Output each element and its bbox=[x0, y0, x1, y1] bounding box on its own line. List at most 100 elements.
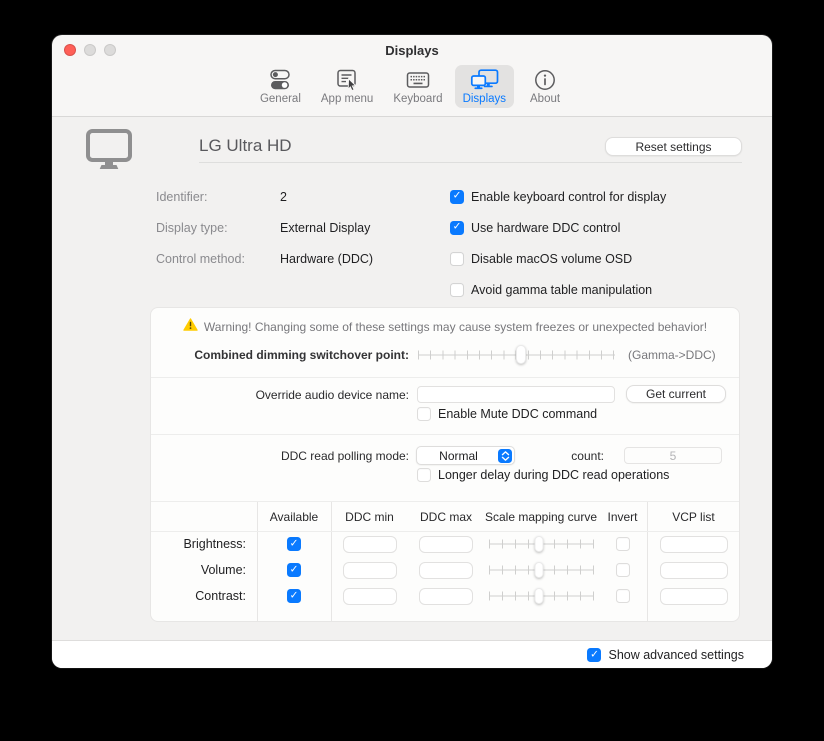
contrast-ddc-max-input[interactable] bbox=[419, 588, 473, 605]
show-advanced-option[interactable]: ✓ Show advanced settings bbox=[587, 648, 744, 662]
volume-ddc-max-input[interactable] bbox=[419, 562, 473, 579]
checkbox[interactable]: ✓ bbox=[450, 221, 464, 235]
display-info: Identifier: 2 Display type: External Dis… bbox=[156, 181, 373, 274]
popup-stepper-icon bbox=[498, 449, 512, 463]
tab-label: Displays bbox=[463, 93, 506, 105]
display-header-divider bbox=[199, 162, 742, 163]
tab-label: App menu bbox=[321, 93, 373, 105]
contrast-vcp-input[interactable] bbox=[660, 588, 728, 605]
tab-displays[interactable]: Displays bbox=[455, 65, 514, 108]
volume-ddc-max-cell bbox=[408, 557, 484, 583]
warning-row: Warning! Changing some of these settings… bbox=[151, 318, 739, 336]
titlebar: Displays bbox=[52, 35, 772, 65]
audio-name-label: Override audio device name: bbox=[151, 388, 409, 402]
checkbox[interactable]: ✓ bbox=[417, 407, 431, 421]
brightness-curve-cell bbox=[484, 531, 598, 557]
info-label: Identifier: bbox=[156, 190, 280, 204]
toggles-icon bbox=[267, 68, 293, 92]
brightness-available-checkbox[interactable]: ✓ bbox=[287, 537, 301, 551]
mute-ddc-option[interactable]: ✓ Enable Mute DDC command bbox=[417, 407, 597, 421]
keyboard-icon bbox=[405, 68, 431, 92]
checkbox-label: Show advanced settings bbox=[608, 648, 744, 662]
toolbar: General App menu Keyboard bbox=[52, 65, 772, 116]
brightness-invert-cell: ✓ bbox=[598, 531, 647, 557]
displays-preferences-window: Displays General App menu bbox=[52, 35, 772, 668]
contrast-invert-checkbox[interactable]: ✓ bbox=[616, 589, 630, 603]
checkbox[interactable]: ✓ bbox=[450, 252, 464, 266]
show-advanced-checkbox[interactable]: ✓ bbox=[587, 648, 601, 662]
audio-name-input[interactable] bbox=[417, 386, 615, 403]
checkbox-label: Enable Mute DDC command bbox=[438, 407, 597, 421]
dimming-label: Combined dimming switchover point: bbox=[151, 348, 409, 362]
menu-cursor-icon bbox=[334, 68, 360, 92]
option-keyboard-control[interactable]: ✓ Enable keyboard control for display bbox=[450, 181, 666, 212]
slider-knob[interactable] bbox=[534, 588, 543, 604]
option-avoid-gamma[interactable]: ✓ Avoid gamma table manipulation bbox=[450, 274, 666, 305]
tab-about[interactable]: About bbox=[518, 65, 572, 108]
contrast-curve-slider[interactable] bbox=[489, 588, 594, 604]
polling-mode-select[interactable]: Normal bbox=[416, 446, 515, 465]
volume-invert-checkbox[interactable]: ✓ bbox=[616, 563, 630, 577]
checkbox[interactable]: ✓ bbox=[450, 190, 464, 204]
brightness-vcp-input[interactable] bbox=[660, 536, 728, 553]
contrast-curve-cell bbox=[484, 583, 598, 609]
tab-general[interactable]: General bbox=[252, 65, 309, 108]
brightness-ddc-max-input[interactable] bbox=[419, 536, 473, 553]
col-header-ddc-min: DDC min bbox=[331, 502, 408, 531]
brightness-curve-slider[interactable] bbox=[489, 536, 594, 552]
reset-settings-button[interactable]: Reset settings bbox=[605, 137, 742, 156]
table-corner bbox=[151, 502, 257, 531]
count-input bbox=[624, 447, 722, 464]
advanced-settings-panel: Warning! Changing some of these settings… bbox=[150, 307, 740, 622]
row-label-volume: Volume: bbox=[151, 557, 257, 583]
col-header-vcp-list: VCP list bbox=[647, 502, 740, 531]
row-label-contrast: Contrast: bbox=[151, 583, 257, 609]
option-disable-osd[interactable]: ✓ Disable macOS volume OSD bbox=[450, 243, 666, 274]
tab-label: Keyboard bbox=[393, 93, 442, 105]
brightness-invert-checkbox[interactable]: ✓ bbox=[616, 537, 630, 551]
contrast-vcp-cell bbox=[647, 583, 740, 609]
dimming-switchover-slider[interactable] bbox=[418, 345, 615, 364]
get-current-button[interactable]: Get current bbox=[626, 385, 726, 403]
contrast-ddc-min-cell bbox=[331, 583, 408, 609]
checkbox[interactable]: ✓ bbox=[417, 468, 431, 482]
volume-ddc-min-cell bbox=[331, 557, 408, 583]
window-title: Displays bbox=[52, 43, 772, 58]
checkbox[interactable]: ✓ bbox=[450, 283, 464, 297]
option-hardware-ddc[interactable]: ✓ Use hardware DDC control bbox=[450, 212, 666, 243]
checkbox-label: Avoid gamma table manipulation bbox=[471, 283, 652, 297]
slider-knob[interactable] bbox=[534, 536, 543, 552]
tab-label: General bbox=[260, 93, 301, 105]
info-label: Display type: bbox=[156, 221, 280, 235]
slider-knob[interactable] bbox=[534, 562, 543, 578]
info-icon bbox=[533, 68, 557, 92]
info-label: Control method: bbox=[156, 252, 280, 266]
volume-ddc-min-input[interactable] bbox=[343, 562, 397, 579]
brightness-ddc-min-input[interactable] bbox=[343, 536, 397, 553]
slider-knob[interactable] bbox=[516, 345, 526, 364]
tab-app-menu[interactable]: App menu bbox=[313, 65, 381, 108]
controls-table: Available DDC min DDC max Scale mapping … bbox=[151, 502, 739, 621]
dimming-suffix: (Gamma->DDC) bbox=[628, 348, 716, 362]
info-row-control-method: Control method: Hardware (DDC) bbox=[156, 243, 373, 274]
info-row-display-type: Display type: External Display bbox=[156, 212, 373, 243]
polling-mode-label: DDC read polling mode: bbox=[151, 449, 409, 463]
contrast-ddc-min-input[interactable] bbox=[343, 588, 397, 605]
longer-delay-option[interactable]: ✓ Longer delay during DDC read operation… bbox=[417, 468, 669, 482]
section-divider bbox=[151, 434, 739, 435]
tab-keyboard[interactable]: Keyboard bbox=[385, 65, 450, 108]
warning-text: Warning! Changing some of these settings… bbox=[204, 320, 707, 334]
brightness-vcp-cell bbox=[647, 531, 740, 557]
volume-curve-slider[interactable] bbox=[489, 562, 594, 578]
volume-available-checkbox[interactable]: ✓ bbox=[287, 563, 301, 577]
content-area: LG Ultra HD Reset settings Identifier: 2… bbox=[52, 117, 772, 640]
info-row-identifier: Identifier: 2 bbox=[156, 181, 373, 212]
row-label-brightness: Brightness: bbox=[151, 531, 257, 557]
count-label: count: bbox=[516, 449, 604, 463]
contrast-available-cell: ✓ bbox=[257, 583, 331, 609]
contrast-available-checkbox[interactable]: ✓ bbox=[287, 589, 301, 603]
volume-vcp-input[interactable] bbox=[660, 562, 728, 579]
brightness-available-cell: ✓ bbox=[257, 531, 331, 557]
info-value: 2 bbox=[280, 190, 287, 204]
displays-icon bbox=[470, 68, 499, 92]
